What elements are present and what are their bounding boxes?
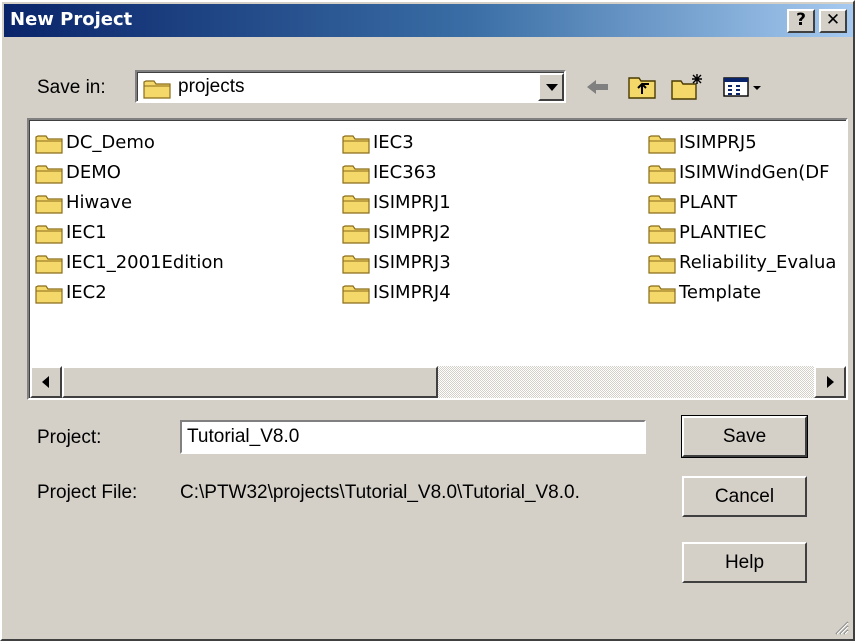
folder-icon — [648, 193, 678, 222]
chevron-right-icon — [827, 376, 834, 388]
up-folder-icon[interactable] — [627, 72, 659, 102]
folder-name: ISIMPRJ4 — [373, 282, 451, 303]
folder-icon — [342, 163, 372, 192]
folder-name: IEC3 — [373, 132, 414, 153]
folder-icon — [648, 163, 678, 192]
window-title: New Project — [10, 9, 133, 30]
scroll-thumb[interactable] — [62, 366, 438, 398]
folder-icon — [648, 283, 678, 312]
horizontal-scrollbar[interactable] — [30, 366, 846, 398]
folder-name: IEC363 — [373, 162, 437, 183]
project-file-path: C:\PTW32\projects\Tutorial_V8.0\Tutorial… — [180, 482, 580, 503]
folder-icon — [143, 78, 173, 106]
folder-name: DC_Demo — [66, 132, 155, 153]
folder-name: DEMO — [66, 162, 121, 183]
chevron-left-icon — [42, 376, 49, 388]
close-button[interactable]: ✕ — [819, 9, 847, 33]
folder-name: ISIMPRJ1 — [373, 192, 451, 213]
cancel-button[interactable]: Cancel — [682, 476, 807, 517]
new-project-dialog: New Project ? ✕ Save in: projects DC_Dem… — [0, 0, 855, 641]
folder-name: Template — [679, 282, 762, 303]
folder-name: PLANTIEC — [679, 222, 767, 243]
dropdown-button[interactable] — [538, 73, 564, 101]
folder-name: PLANT — [679, 192, 738, 213]
save-in-label: Save in: — [37, 77, 106, 98]
help-button[interactable]: ? — [787, 9, 815, 33]
chevron-down-icon — [546, 84, 558, 91]
resize-grip-icon[interactable] — [833, 619, 849, 635]
folder-name: ISIMPRJ2 — [373, 222, 451, 243]
folder-icon — [342, 253, 372, 282]
scroll-left-button[interactable] — [30, 366, 62, 398]
project-label: Project: — [37, 427, 102, 448]
folder-icon — [35, 283, 65, 312]
folder-icon — [35, 163, 65, 192]
folder-icon — [342, 193, 372, 222]
folder-list[interactable]: DC_Demo DEMO Hiwave IEC1 IEC1_2001Edition IEC… — [27, 118, 848, 400]
folder-name: Hiwave — [66, 192, 133, 213]
save-button[interactable]: Save — [681, 415, 808, 458]
folder-name: Reliability_Evalua — [679, 252, 837, 273]
folder-name: ISIMPRJ5 — [679, 132, 757, 153]
folder-name: IEC1_2001Edition — [66, 252, 224, 273]
folder-icon — [35, 253, 65, 282]
folder-name: ISIMPRJ3 — [373, 252, 451, 273]
back-arrow-icon[interactable] — [584, 72, 612, 102]
save-in-dropdown[interactable]: projects — [135, 70, 566, 103]
scroll-right-button[interactable] — [814, 366, 846, 398]
folder-icon — [648, 133, 678, 162]
folder-name: IEC2 — [66, 282, 107, 303]
folder-icon — [35, 223, 65, 252]
folder-icon — [342, 283, 372, 312]
folder-icon — [342, 133, 372, 162]
folder-name: IEC1 — [66, 222, 107, 243]
folder-icon — [35, 193, 65, 222]
folder-icon — [648, 223, 678, 252]
folder-name: ISIMWindGen(DF — [679, 162, 830, 183]
folder-icon — [648, 253, 678, 282]
project-name-input[interactable]: Tutorial_V8.0 — [180, 420, 646, 454]
save-in-value: projects — [178, 76, 245, 97]
help-dialog-button[interactable]: Help — [682, 542, 807, 583]
view-menu-icon[interactable] — [722, 72, 766, 102]
project-file-label: Project File: — [37, 482, 138, 503]
title-bar[interactable]: New Project ? ✕ — [4, 4, 853, 37]
new-folder-icon[interactable] — [670, 72, 706, 102]
folder-icon — [342, 223, 372, 252]
folder-icon — [35, 133, 65, 162]
